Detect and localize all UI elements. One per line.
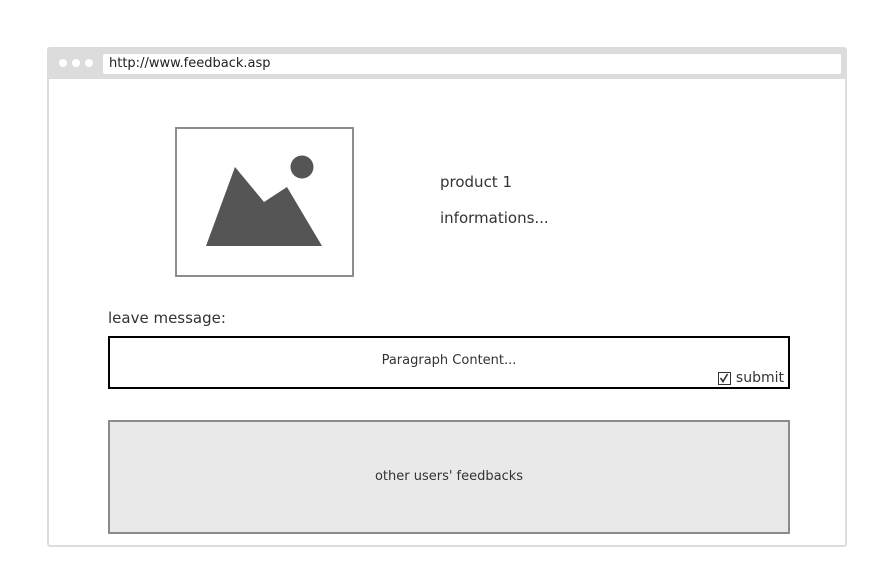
address-bar[interactable]: http://www.feedback.asp — [103, 54, 841, 74]
feedbacks-panel: other users' feedbacks — [108, 420, 790, 534]
submit-checkbox[interactable] — [717, 371, 731, 385]
checkmark-icon — [720, 373, 729, 383]
message-content: Paragraph Content... — [381, 353, 517, 368]
image-placeholder-icon — [206, 155, 322, 246]
window-dot-icon[interactable] — [85, 59, 93, 67]
message-textarea[interactable]: Paragraph Content... submit — [108, 336, 790, 389]
feedbacks-label: other users' feedbacks — [374, 469, 524, 484]
leave-message-label: leave message: — [108, 309, 226, 327]
browser-titlebar: http://www.feedback.asp — [49, 49, 845, 79]
product-image — [175, 127, 354, 277]
product-info: informations... — [440, 209, 549, 227]
submit-label[interactable]: submit — [736, 370, 784, 386]
browser-window: http://www.feedback.asp product 1 inform… — [47, 47, 847, 547]
window-dot-icon[interactable] — [72, 59, 80, 67]
window-dot-icon[interactable] — [59, 59, 67, 67]
product-name: product 1 — [440, 173, 513, 191]
submit-control[interactable]: submit — [717, 369, 784, 387]
